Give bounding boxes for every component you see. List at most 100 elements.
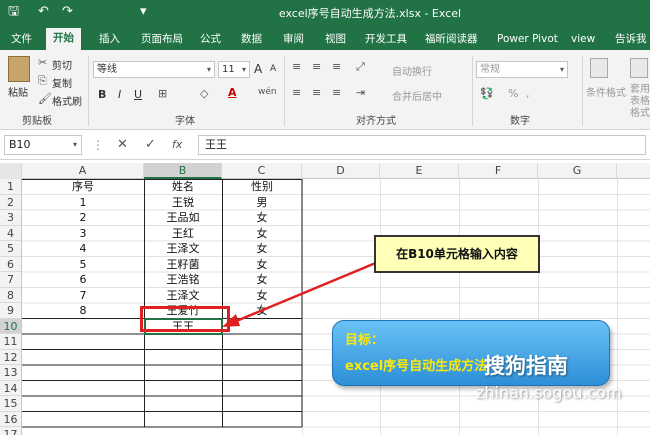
cell-b7[interactable]: 王浩铭: [144, 272, 222, 288]
align-right-icon[interactable]: ≡: [332, 86, 341, 99]
cell-a6[interactable]: 5: [22, 257, 144, 273]
cell-a9[interactable]: 8: [22, 303, 144, 319]
cell-c8[interactable]: 女: [222, 288, 302, 304]
row-header[interactable]: 3: [0, 210, 22, 226]
row-header[interactable]: 9: [0, 303, 22, 319]
number-format-select[interactable]: 常规 ▾: [476, 61, 568, 78]
row-header[interactable]: 11: [0, 334, 22, 350]
enter-icon[interactable]: ✓: [145, 137, 156, 152]
tab-tell-me[interactable]: 告诉我: [608, 30, 650, 50]
row-header[interactable]: 4: [0, 225, 22, 241]
tab-power-pivot[interactable]: Power Pivot: [490, 30, 565, 50]
column-header-a[interactable]: A: [22, 163, 144, 179]
align-top-icon[interactable]: ≡: [292, 60, 301, 73]
column-header-c[interactable]: C: [222, 163, 302, 179]
cell-c1[interactable]: 性别: [222, 179, 302, 195]
row-header[interactable]: 13: [0, 365, 22, 381]
row-header[interactable]: 1: [0, 179, 22, 195]
column-header-g[interactable]: G: [538, 163, 617, 179]
phonetic-icon[interactable]: wén: [258, 87, 277, 97]
row-header[interactable]: 8: [0, 287, 22, 303]
percent-button[interactable]: %: [508, 87, 518, 100]
underline-button[interactable]: U: [134, 88, 142, 101]
row-header[interactable]: 2: [0, 194, 22, 210]
grow-font-button[interactable]: A: [254, 62, 262, 76]
tab-home[interactable]: 开始: [46, 28, 81, 50]
row-header[interactable]: 6: [0, 256, 22, 272]
tab-data[interactable]: 数据: [234, 30, 269, 50]
row-header[interactable]: 14: [0, 380, 22, 396]
format-painter-button[interactable]: 格式刷: [52, 93, 82, 108]
cell-c2[interactable]: 男: [222, 195, 302, 211]
fill-color-icon[interactable]: ◇: [200, 87, 208, 100]
tab-file[interactable]: 文件: [4, 30, 39, 50]
cell-a5[interactable]: 4: [22, 241, 144, 257]
cell-b1[interactable]: 姓名: [144, 179, 222, 195]
cancel-icon[interactable]: ✕: [117, 137, 128, 152]
italic-button[interactable]: I: [118, 88, 121, 101]
font-color-icon[interactable]: A: [228, 86, 237, 99]
tab-formulas[interactable]: 公式: [193, 30, 228, 50]
currency-icon[interactable]: 💱: [480, 87, 494, 100]
copy-button[interactable]: 复制: [52, 75, 72, 90]
align-center-icon[interactable]: ≡: [312, 86, 321, 99]
cell-b6[interactable]: 王籽菌: [144, 257, 222, 273]
cell-b2[interactable]: 王锐: [144, 195, 222, 211]
font-name-select[interactable]: 等线 ▾: [93, 61, 215, 78]
row-header[interactable]: 10: [0, 318, 22, 334]
indent-icon[interactable]: ⇥: [356, 86, 365, 99]
select-all-corner[interactable]: [0, 163, 22, 179]
tab-page-layout[interactable]: 页面布局: [134, 30, 190, 50]
row-header[interactable]: 12: [0, 349, 22, 365]
wrap-text-button[interactable]: 自动换行: [392, 63, 432, 78]
tab-review[interactable]: 审阅: [276, 30, 311, 50]
cell-a8[interactable]: 7: [22, 288, 144, 304]
cell-b8[interactable]: 王泽文: [144, 288, 222, 304]
cell-a4[interactable]: 3: [22, 226, 144, 242]
paste-icon[interactable]: [8, 56, 30, 82]
row-header[interactable]: 7: [0, 272, 22, 288]
cell-c9[interactable]: 女: [222, 303, 302, 319]
row-header[interactable]: 5: [0, 241, 22, 257]
column-header-b[interactable]: B: [144, 163, 222, 179]
merge-center-button[interactable]: 合并后居中: [392, 88, 442, 103]
cell-b5[interactable]: 王泽文: [144, 241, 222, 257]
cell-a3[interactable]: 2: [22, 210, 144, 226]
tab-view[interactable]: 视图: [318, 30, 353, 50]
tab-foxit-reader[interactable]: 福昕阅读器: [418, 30, 485, 50]
row-header[interactable]: 17: [0, 427, 22, 435]
paste-button[interactable]: 粘贴: [8, 84, 28, 99]
name-box[interactable]: B10 ▾: [4, 135, 82, 155]
conditional-format-icon[interactable]: [590, 58, 608, 78]
cell-b3[interactable]: 王品如: [144, 210, 222, 226]
column-header-f[interactable]: F: [459, 163, 538, 179]
font-size-select[interactable]: 11 ▾: [218, 61, 250, 78]
comma-button[interactable]: ,: [526, 87, 530, 100]
formula-input[interactable]: 王王: [198, 135, 646, 155]
conditional-format-button[interactable]: 条件格式: [586, 84, 626, 99]
cell-a2[interactable]: 1: [22, 195, 144, 211]
cell-c7[interactable]: 女: [222, 272, 302, 288]
tab-developer[interactable]: 开发工具: [358, 30, 414, 50]
orientation-icon[interactable]: ⤢: [356, 60, 365, 74]
column-header-d[interactable]: D: [302, 163, 380, 179]
bold-button[interactable]: B: [98, 88, 106, 101]
tab-insert[interactable]: 插入: [92, 30, 127, 50]
align-middle-icon[interactable]: ≡: [312, 60, 321, 73]
format-as-table-button[interactable]: 套用 表格格式: [630, 84, 650, 120]
tab-view-2[interactable]: view: [564, 30, 602, 50]
cell-c5[interactable]: 女: [222, 241, 302, 257]
shrink-font-button[interactable]: A: [270, 64, 276, 74]
cell-a7[interactable]: 6: [22, 272, 144, 288]
insert-function-icon[interactable]: fx: [172, 138, 182, 151]
cell-c3[interactable]: 女: [222, 210, 302, 226]
row-header[interactable]: 16: [0, 411, 22, 427]
borders-icon[interactable]: ⊞: [158, 87, 167, 100]
column-header-e[interactable]: E: [380, 163, 459, 179]
cell-c6[interactable]: 女: [222, 257, 302, 273]
align-bottom-icon[interactable]: ≡: [332, 60, 341, 73]
format-as-table-icon[interactable]: [630, 58, 648, 78]
cell-c4[interactable]: 女: [222, 226, 302, 242]
row-header[interactable]: 15: [0, 396, 22, 412]
cell-a1[interactable]: 序号: [22, 179, 144, 195]
